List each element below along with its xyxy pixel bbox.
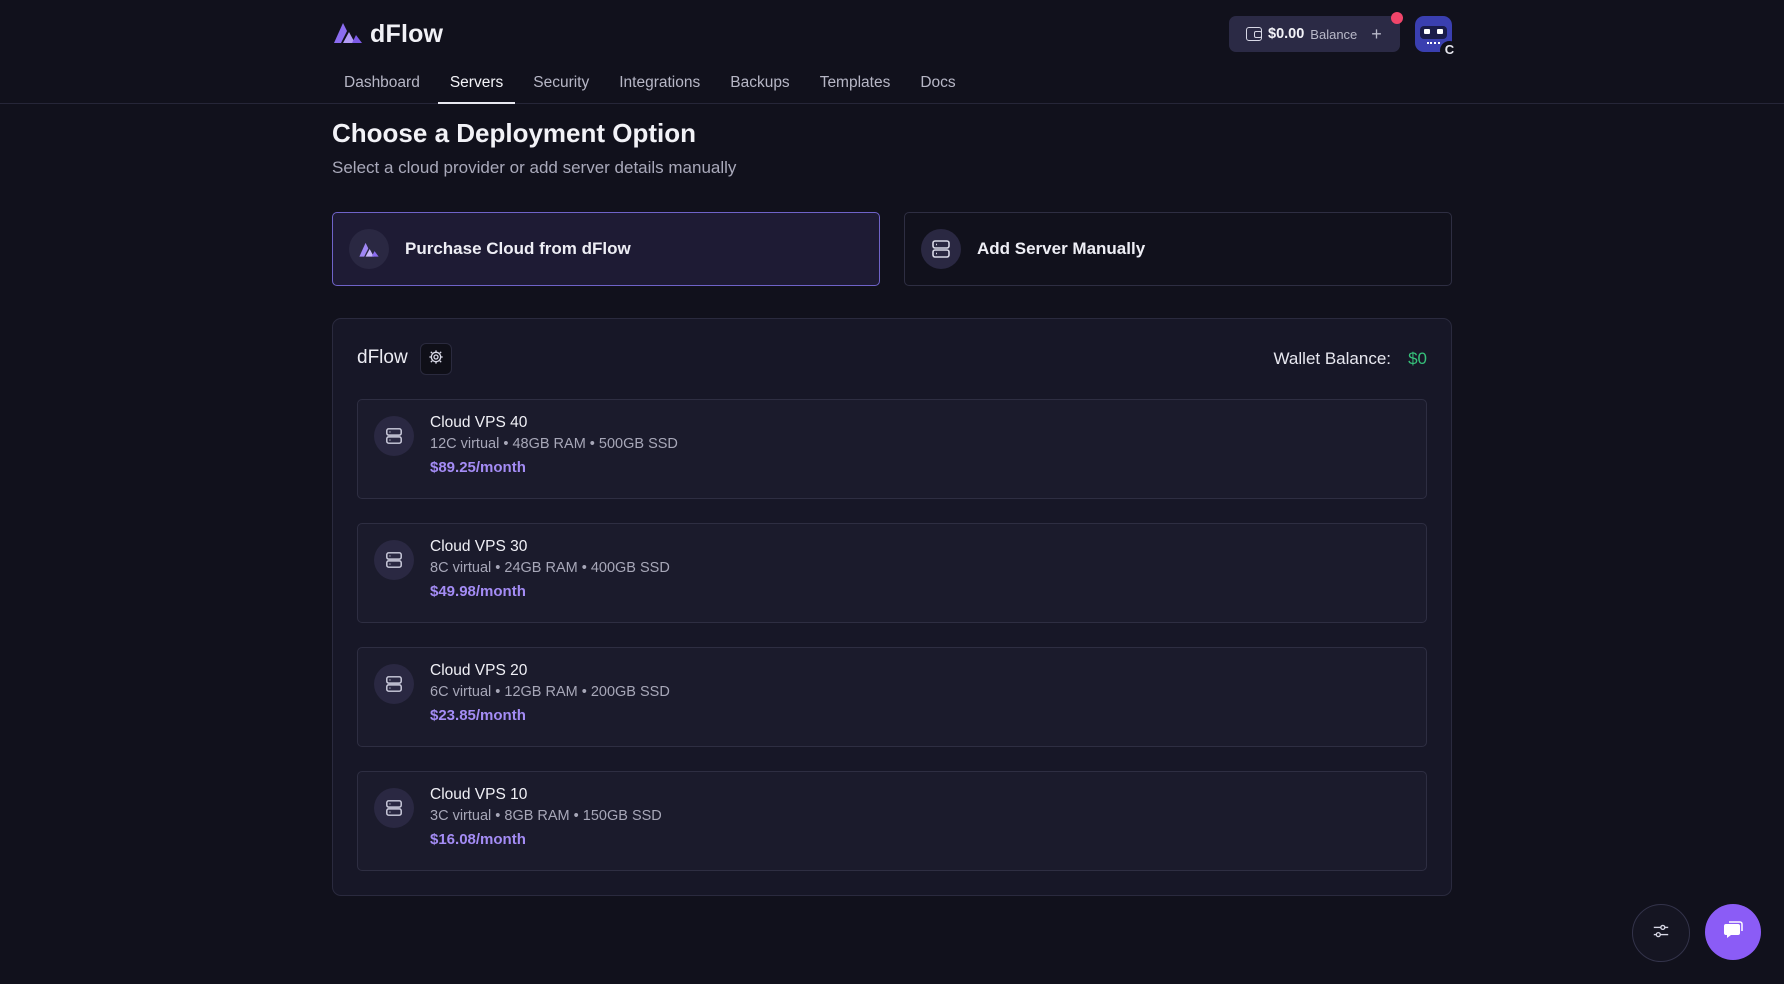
wallet-balance-value: $0: [1408, 349, 1427, 368]
sliders-icon: [1652, 922, 1670, 945]
brand-name: dFlow: [370, 19, 444, 48]
server-icon: [374, 416, 414, 456]
top-header: dFlow Dashboard Servers Security Integra…: [0, 0, 1784, 104]
plan-card[interactable]: Cloud VPS 30 8C virtual • 24GB RAM • 400…: [357, 523, 1427, 623]
plan-name: Cloud VPS 30: [430, 538, 528, 555]
brand-logo[interactable]: dFlow: [332, 16, 443, 52]
nav-backups[interactable]: Backups: [718, 66, 801, 104]
provider-panel: dFlow Wallet Balance: $0 Cloud VPS 40 12…: [332, 318, 1452, 896]
nav-templates[interactable]: Templates: [808, 66, 903, 104]
avatar-badge: C: [1440, 41, 1459, 60]
plan-card[interactable]: Cloud VPS 40 12C virtual • 48GB RAM • 50…: [357, 399, 1427, 499]
avatar-mouth: [1427, 42, 1440, 44]
plan-specs: 12C virtual • 48GB RAM • 500GB SSD: [430, 436, 678, 452]
nav-integrations[interactable]: Integrations: [607, 66, 712, 104]
plan-name: Cloud VPS 40: [430, 414, 528, 431]
option-label: Purchase Cloud from dFlow: [405, 239, 631, 258]
server-icon: [374, 540, 414, 580]
plan-card[interactable]: Cloud VPS 20 6C virtual • 12GB RAM • 200…: [357, 647, 1427, 747]
balance-button[interactable]: $0.00 Balance +: [1229, 16, 1400, 52]
avatar-eye-right: [1437, 29, 1443, 34]
gear-icon: [428, 349, 444, 370]
wallet-balance-label: Wallet Balance:: [1273, 349, 1391, 368]
page-subtitle: Select a cloud provider or add server de…: [332, 158, 737, 177]
main-nav: Dashboard Servers Security Integrations …: [332, 66, 974, 104]
page-title: Choose a Deployment Option: [332, 118, 697, 148]
plan-name: Cloud VPS 10: [430, 786, 528, 803]
provider-name: dFlow: [357, 347, 408, 368]
balance-label: Balance: [1310, 26, 1358, 42]
plan-card[interactable]: Cloud VPS 10 3C virtual • 8GB RAM • 150G…: [357, 771, 1427, 871]
chat-button[interactable]: [1705, 904, 1761, 960]
plan-price: $16.08/month: [430, 831, 526, 848]
dflow-logo-icon: [332, 19, 364, 50]
server-icon: [374, 664, 414, 704]
server-icon: [374, 788, 414, 828]
option-purchase-cloud[interactable]: Purchase Cloud from dFlow: [332, 212, 880, 286]
server-icon: [921, 229, 961, 269]
nav-docs[interactable]: Docs: [908, 66, 967, 104]
plan-specs: 8C virtual • 24GB RAM • 400GB SSD: [430, 560, 670, 576]
provider-settings-button[interactable]: [420, 343, 452, 375]
plan-name: Cloud VPS 20: [430, 662, 528, 679]
plan-specs: 3C virtual • 8GB RAM • 150GB SSD: [430, 808, 662, 824]
chat-icon: [1723, 920, 1743, 944]
plan-price: $89.25/month: [430, 459, 526, 476]
app-root: dFlow Dashboard Servers Security Integra…: [0, 0, 1784, 984]
dflow-logo-icon: [349, 229, 389, 269]
plan-specs: 6C virtual • 12GB RAM • 200GB SSD: [430, 684, 670, 700]
option-add-server-manually[interactable]: Add Server Manually: [904, 212, 1452, 286]
nav-security[interactable]: Security: [521, 66, 601, 104]
option-label: Add Server Manually: [977, 239, 1146, 258]
plus-icon: +: [1371, 24, 1382, 44]
wallet-icon: [1246, 27, 1262, 41]
balance-amount: $0.00: [1268, 26, 1305, 42]
nav-servers[interactable]: Servers: [437, 66, 516, 104]
notification-dot: [1391, 12, 1403, 24]
avatar-eye-left: [1424, 29, 1430, 34]
nav-dashboard[interactable]: Dashboard: [332, 66, 432, 104]
preferences-button[interactable]: [1632, 904, 1690, 962]
plan-price: $49.98/month: [430, 583, 526, 600]
plan-price: $23.85/month: [430, 707, 526, 724]
